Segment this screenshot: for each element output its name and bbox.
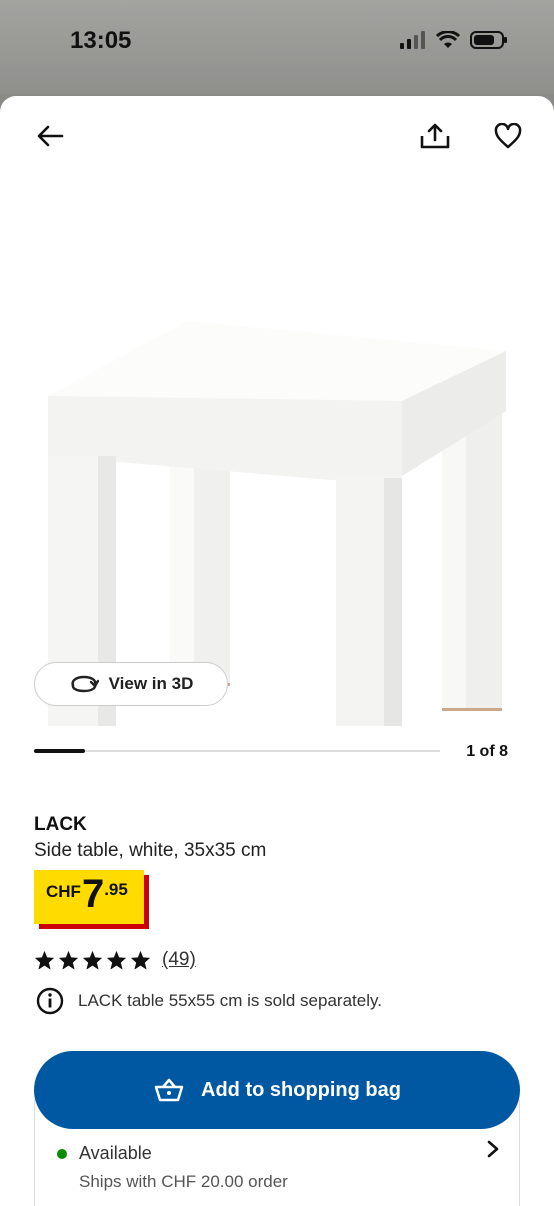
star-icon (58, 950, 79, 970)
product-image[interactable] (30, 206, 530, 726)
star-icon (34, 950, 55, 970)
product-sheet: View in 3D 1 of 8 LACK Side table, white… (0, 96, 554, 1206)
battery-icon (470, 31, 507, 49)
arrow-left-icon (37, 125, 64, 147)
star-icon (82, 950, 103, 970)
price-tag: CHF 7 .95 (34, 870, 149, 929)
price-currency: CHF (46, 882, 81, 901)
status-icons (400, 30, 508, 50)
available-dot-icon (57, 1148, 67, 1159)
image-carousel-progress[interactable] (34, 749, 440, 753)
back-button[interactable] (30, 116, 70, 156)
rating-stars (34, 950, 151, 970)
info-note: LACK table 55x55 cm is sold separately. (36, 987, 382, 1015)
status-time: 13:05 (70, 27, 132, 54)
chevron-right-icon (487, 1140, 499, 1158)
add-to-bag-button[interactable]: Add to shopping bag (34, 1051, 520, 1129)
availability-status-text: Available (79, 1143, 152, 1163)
favorite-button[interactable] (488, 116, 528, 156)
availability-status: Available (57, 1143, 152, 1164)
availability-shipping: Ships with CHF 20.00 order (79, 1172, 288, 1191)
shopping-bag-icon (154, 1078, 184, 1102)
add-to-bag-label: Add to shopping bag (201, 1078, 401, 1101)
price-integer: 7 (81, 872, 105, 916)
status-bar: 13:05 (0, 0, 554, 94)
rating-count[interactable]: (49) (162, 949, 196, 971)
star-icon (106, 950, 127, 970)
rating[interactable]: (49) (34, 949, 196, 971)
price-decimal: .95 (104, 880, 128, 899)
share-button[interactable] (415, 116, 455, 156)
view-in-3d-button[interactable]: View in 3D (34, 662, 228, 706)
heart-icon (494, 123, 522, 149)
rotate-3d-icon (71, 675, 99, 693)
signal-icon (400, 31, 425, 49)
price-box: CHF 7 .95 (34, 870, 144, 924)
info-note-text: LACK table 55x55 cm is sold separately. (78, 991, 382, 1010)
carousel-progress-fill (34, 749, 85, 753)
view-in-3d-label: View in 3D (108, 674, 194, 693)
share-icon (420, 123, 450, 149)
wifi-icon (436, 31, 460, 48)
star-icon (130, 950, 151, 970)
image-counter: 1 of 8 (466, 743, 508, 760)
product-name: LACK (34, 814, 87, 835)
info-icon (36, 987, 64, 1015)
product-description: Side table, white, 35x35 cm (34, 840, 267, 861)
